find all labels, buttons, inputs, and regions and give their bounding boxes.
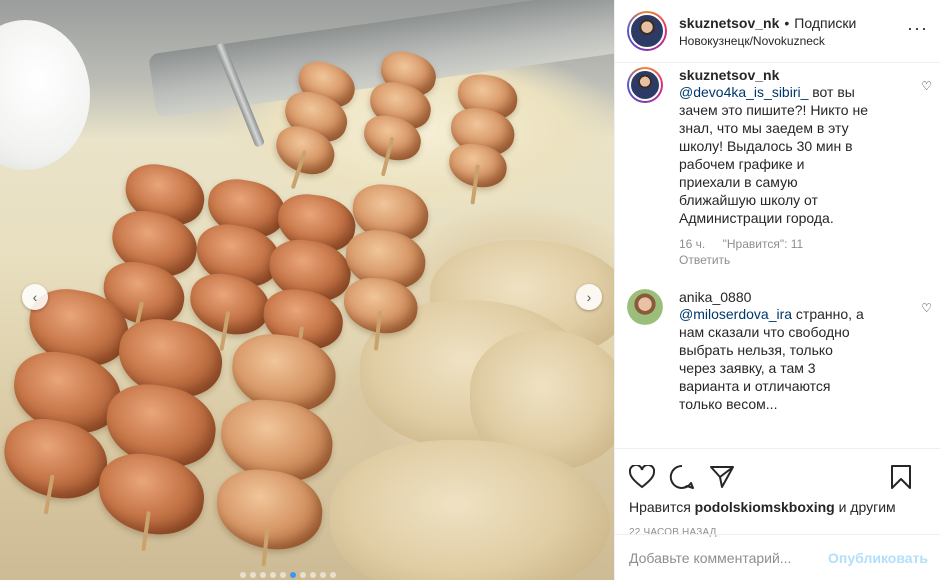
share-icon[interactable] <box>709 465 735 489</box>
comment-likes[interactable]: "Нравится": 11 <box>723 237 804 251</box>
likes-summary: Нравится podolskiomskboxing и другим <box>629 499 926 515</box>
likes-suffix[interactable]: и другим <box>839 499 896 515</box>
kebab-skewer <box>443 71 521 205</box>
post-photo[interactable]: ‹ › <box>0 0 614 580</box>
likes-user[interactable]: podolskiomskboxing <box>695 499 835 515</box>
bookmark-icon[interactable] <box>890 464 912 490</box>
mention-link[interactable]: @devo4ka_is_sibiri_ <box>679 84 808 100</box>
post-header: skuznetsov_nk • Подписки Новокузнецк/Nov… <box>615 0 940 63</box>
avatar[interactable] <box>627 67 663 103</box>
more-icon[interactable]: ··· <box>907 19 928 37</box>
comment-text: @devo4ka_is_sibiri_ вот вы зачем это пиш… <box>679 83 869 227</box>
carousel-indicator <box>240 572 336 578</box>
post-actions: Нравится podolskiomskboxing и другим 22 … <box>615 448 940 538</box>
following-button[interactable]: Подписки <box>794 15 856 31</box>
avatar[interactable] <box>627 11 667 51</box>
post-location[interactable]: Новокузнецк/Novokuznec​k <box>679 34 856 48</box>
kebab-skewer <box>210 330 343 567</box>
author-username[interactable]: skuznetsov_nk <box>679 15 779 31</box>
comment-username[interactable]: anika_0880 <box>679 289 926 305</box>
comment-icon[interactable] <box>669 464 695 490</box>
kebab-skewer <box>338 181 432 351</box>
plate-stack <box>0 20 90 170</box>
comment-composer: Опубликовать <box>615 534 940 580</box>
chevron-right-icon[interactable]: › <box>576 284 602 310</box>
comment-meta: 16 ч. "Нравится": 11 <box>679 237 926 251</box>
separator-dot: • <box>784 14 790 31</box>
publish-button[interactable]: Опубликовать <box>828 550 928 566</box>
comment: skuznetsov_nk @devo4ka_is_sibiri_ вот вы… <box>627 67 932 267</box>
heart-icon[interactable]: ♡ <box>921 301 932 315</box>
chevron-left-icon[interactable]: ‹ <box>22 284 48 310</box>
comment: anika_0880 @miloserdova_ira странно, а н… <box>627 289 932 413</box>
comment-text: @miloserdova_ira странно, а нам сказали … <box>679 305 869 413</box>
avatar[interactable] <box>627 289 663 325</box>
heart-icon[interactable] <box>629 465 655 489</box>
heart-icon[interactable]: ♡ <box>921 79 932 93</box>
comment-username[interactable]: skuznetsov_nk <box>679 67 926 83</box>
comment-input[interactable] <box>629 549 829 566</box>
post-side-panel: skuznetsov_nk • Подписки Новокузнецк/Nov… <box>614 0 940 580</box>
comments-list: skuznetsov_nk @devo4ka_is_sibiri_ вот вы… <box>615 63 940 447</box>
reply-button[interactable]: Ответить <box>679 253 926 267</box>
likes-prefix: Нравится <box>629 499 691 515</box>
comment-time: 16 ч. <box>679 237 706 251</box>
mention-link[interactable]: @miloserdova_ira <box>679 306 792 322</box>
comment-body: вот вы зачем это пишите?! Никто не знал,… <box>679 84 868 226</box>
